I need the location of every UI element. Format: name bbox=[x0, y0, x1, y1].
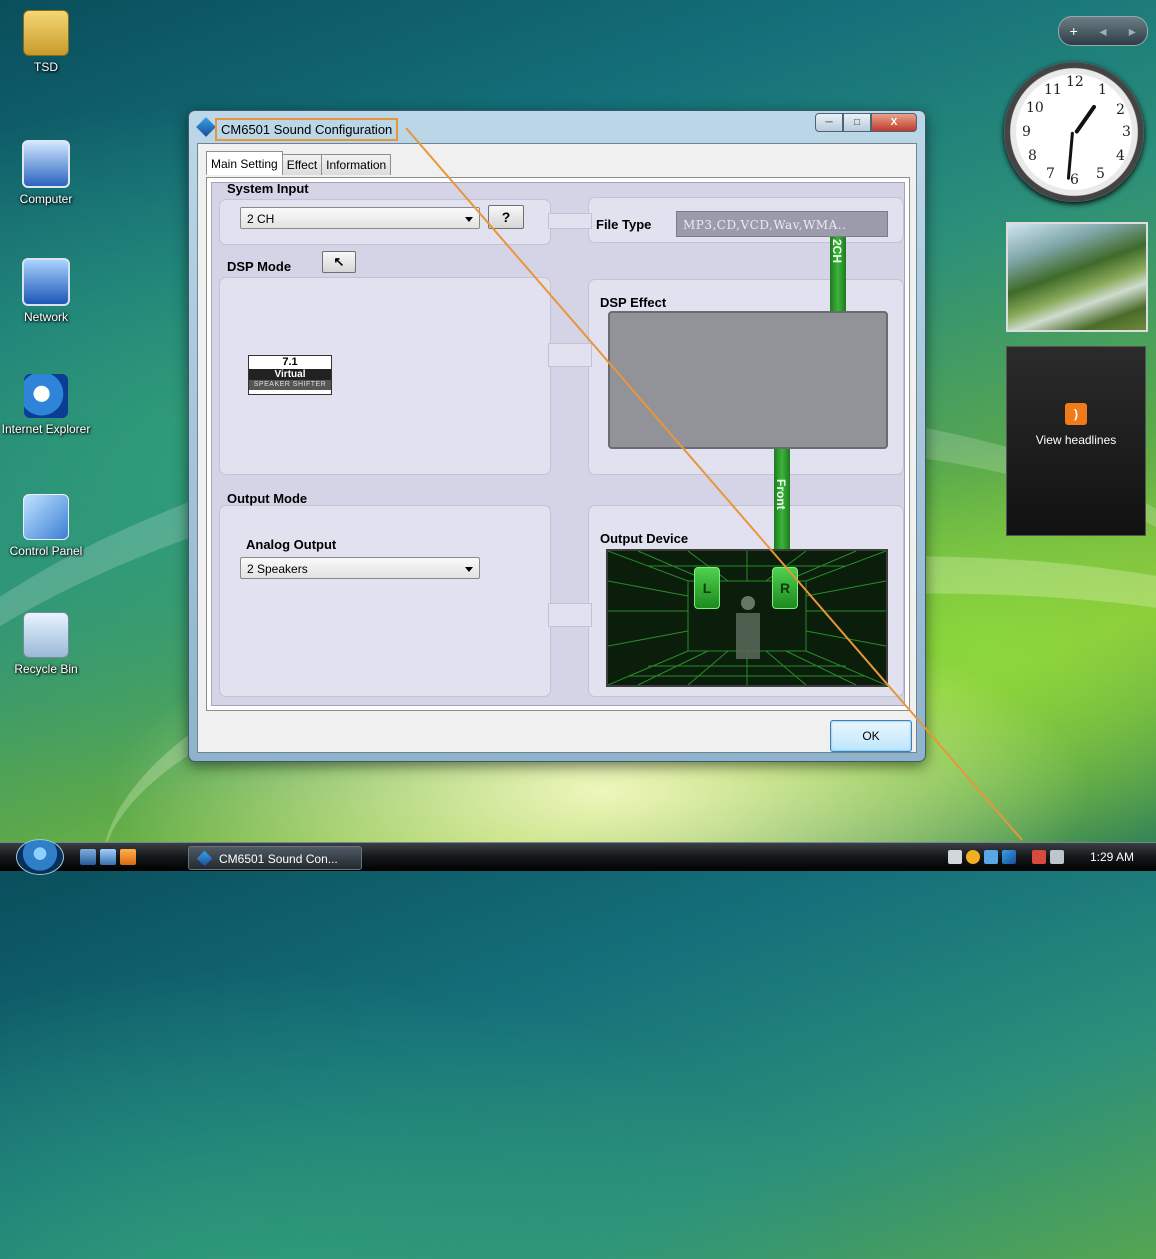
tab-main-setting[interactable]: Main Setting bbox=[206, 151, 283, 175]
taskbar-item-label: CM6501 Sound Con... bbox=[219, 852, 338, 866]
tray-shield-icon[interactable] bbox=[966, 850, 980, 864]
tray-sound-config-icon[interactable] bbox=[1002, 850, 1016, 864]
switch-windows-icon[interactable] bbox=[100, 849, 116, 865]
app-icon bbox=[196, 850, 213, 867]
tray-network-icon[interactable] bbox=[948, 850, 962, 864]
show-desktop-icon[interactable] bbox=[80, 849, 96, 865]
system-tray bbox=[948, 843, 1068, 871]
volume-icon[interactable] bbox=[1050, 850, 1064, 864]
annotation-pointer-line bbox=[405, 127, 1023, 841]
taskbar-clock[interactable]: 1:29 AM bbox=[1090, 850, 1134, 864]
tray-display-icon[interactable] bbox=[984, 850, 998, 864]
media-player-icon[interactable] bbox=[120, 849, 136, 865]
tray-device-icon[interactable] bbox=[1032, 850, 1046, 864]
taskbar-item-sound-configuration[interactable]: CM6501 Sound Con... bbox=[188, 846, 362, 870]
taskbar: CM6501 Sound Con... 1:29 AM bbox=[0, 839, 1156, 875]
